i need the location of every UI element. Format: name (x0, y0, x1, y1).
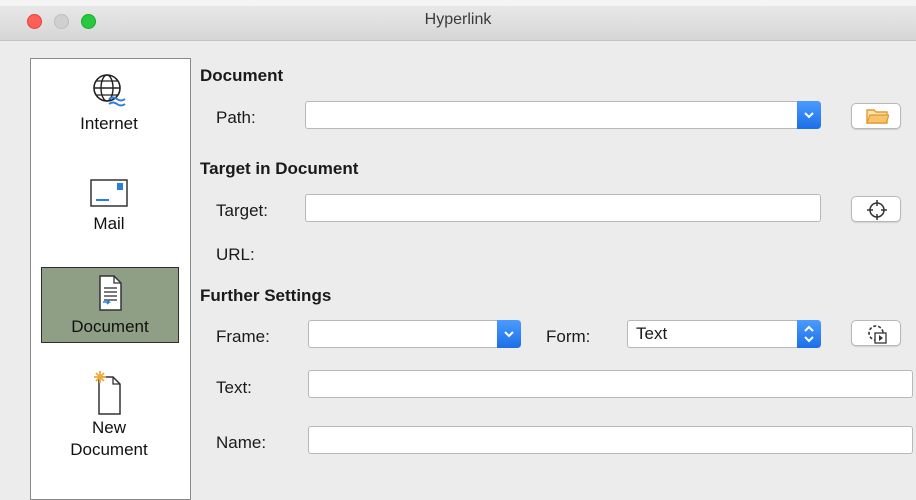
events-button[interactable] (851, 320, 901, 346)
further-settings-heading: Further Settings (200, 286, 332, 305)
background-window-strip (0, 0, 916, 6)
window-title: Hyperlink (424, 11, 492, 28)
new-document-icon (94, 371, 121, 415)
chevron-down-icon (504, 331, 514, 338)
name-input[interactable] (308, 426, 913, 454)
document-heading: Document (200, 66, 284, 85)
name-label: Name: (216, 433, 267, 452)
title-bar: Hyperlink (0, 0, 916, 41)
sidebar-item-label-line1: New (91, 418, 126, 437)
frame-dropdown-button[interactable] (497, 320, 521, 348)
target-crosshair-icon (867, 200, 887, 220)
sidebar-item-label: Mail (93, 214, 125, 233)
open-file-button[interactable] (851, 103, 901, 129)
target-in-document-button[interactable] (851, 196, 901, 222)
url-label: URL: (216, 245, 255, 264)
sidebar-item-label: Document (71, 317, 149, 336)
path-combobox[interactable] (305, 101, 821, 129)
sidebar-item-document[interactable]: Document (41, 267, 179, 343)
document-icon (99, 275, 122, 311)
form-select[interactable]: Text (627, 320, 821, 348)
up-down-chevron-icon (804, 325, 814, 343)
sidebar-item-internet[interactable]: Internet (41, 65, 177, 149)
text-input[interactable] (308, 370, 913, 398)
folder-icon (866, 109, 889, 124)
path-label: Path: (216, 108, 256, 127)
target-in-document-heading: Target in Document (200, 159, 359, 178)
hyperlink-type-sidebar: Internet Mail Document New Document (30, 58, 191, 500)
form-select-arrows[interactable] (797, 320, 821, 348)
chevron-down-icon (804, 112, 814, 119)
frame-label: Frame: (216, 327, 270, 346)
sidebar-item-new-document[interactable]: New Document (41, 365, 177, 471)
form-label: Form: (546, 327, 591, 346)
sidebar-item-mail[interactable]: Mail (41, 167, 177, 251)
target-input[interactable] (305, 194, 821, 222)
envelope-icon (90, 179, 128, 207)
path-dropdown-button[interactable] (797, 101, 821, 129)
gear-macro-icon (868, 325, 887, 344)
globe-icon (93, 74, 126, 107)
text-label: Text: (216, 378, 252, 397)
frame-combobox[interactable] (308, 320, 521, 348)
target-label: Target: (216, 201, 268, 220)
form-value: Text (636, 324, 668, 343)
sidebar-item-label-line2: Document (70, 440, 148, 459)
sidebar-item-label: Internet (80, 114, 138, 133)
